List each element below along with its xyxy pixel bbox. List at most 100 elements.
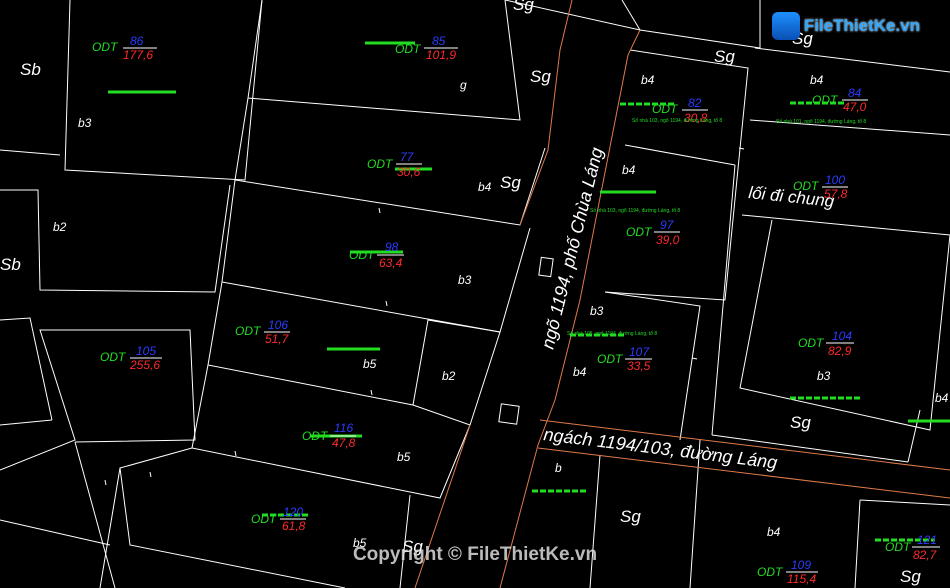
parcel-area: 51,7: [265, 332, 290, 346]
parcel-number: 97: [660, 218, 675, 232]
parcel-number: 100: [825, 173, 845, 187]
address-note: Số nhà 105, ngõ 1194, đường Láng, tổ 8: [567, 330, 657, 337]
parcel-area: 255,6: [129, 358, 160, 372]
area-label: Sg: [714, 47, 735, 66]
land-type: ODT: [798, 336, 825, 350]
parcel-label: ODT 105 255,6: [100, 344, 162, 372]
road-label-lane: ngõ 1194, phố Chùa Láng: [537, 145, 606, 351]
land-type: ODT: [597, 352, 624, 366]
parcel-label: ODT 86 177,6: [92, 34, 157, 62]
area-label: Sg: [792, 29, 813, 48]
road-edges: [414, 0, 950, 588]
road-label-alley: ngách 1194/103, đường Láng: [543, 424, 779, 473]
area-label: Sg: [513, 0, 534, 14]
parcel-number: 105: [136, 344, 156, 358]
area-label: Sg: [620, 507, 641, 526]
parcel-number: 104: [832, 329, 852, 343]
height-code: b3: [590, 304, 604, 318]
land-type: ODT: [251, 512, 278, 526]
height-code: b5: [363, 357, 377, 371]
height-code: b2: [442, 369, 456, 383]
parcel-area: 57,8: [824, 187, 848, 201]
parcel-label: ODT 121 82,7: [885, 533, 940, 562]
land-type: ODT: [626, 225, 653, 239]
cadastral-map: ngõ 1194, phố Chùa Láng ngách 1194/103, …: [0, 0, 950, 588]
land-type: ODT: [812, 93, 839, 107]
parcel-area: 82,9: [828, 344, 852, 358]
height-code: b4: [573, 365, 587, 379]
parcel-label: ODT 84 47,0: [812, 86, 868, 114]
height-code: g: [460, 78, 467, 92]
parcel-label: ODT 85 101,9: [395, 34, 458, 62]
parcel-number: 109: [791, 558, 811, 572]
address-note: Số nhà 103, ngõ 1194, đường Láng, tổ 8: [590, 207, 680, 214]
parcel-area: 177,6: [123, 48, 153, 62]
area-label: Sg: [900, 567, 921, 586]
land-type: ODT: [885, 540, 912, 554]
land-type: ODT: [100, 350, 127, 364]
area-label: Sg: [402, 537, 423, 556]
parcel-area: 101,9: [426, 48, 456, 62]
height-code: b3: [458, 273, 472, 287]
parcel-area: 47,8: [332, 436, 356, 450]
parcel-area: 47,0: [843, 100, 867, 114]
height-code: b4: [622, 163, 636, 177]
parcel-label: ODT 106 51,7: [235, 318, 290, 346]
height-code: b4: [478, 180, 492, 194]
parcel-number: 121: [917, 533, 937, 547]
parcel-number: 106: [268, 318, 288, 332]
parcel-number: 107: [629, 345, 650, 359]
height-code: b4: [641, 73, 655, 87]
parcel-area: 61,8: [282, 519, 306, 533]
parcel-number: 85: [432, 34, 446, 48]
land-type: ODT: [349, 248, 376, 262]
area-label: Sg: [790, 413, 811, 432]
boundary-ticks: [104, 147, 745, 486]
parcel-boundaries: [0, 0, 950, 588]
parcel-label: ODT 98 63,4: [349, 240, 404, 270]
land-type: ODT: [92, 40, 119, 54]
parcel-label: ODT 104 82,9: [798, 329, 854, 358]
height-code: b: [555, 461, 562, 475]
height-code: b2: [53, 220, 67, 234]
parcel-label: ODT 120 61,8: [251, 505, 306, 533]
area-label: Sb: [20, 60, 41, 79]
area-label: Sg: [500, 173, 521, 192]
address-note: Số nhà 101, ngõ 1194, đường Láng, tổ 8: [776, 118, 866, 125]
parcel-area: 115,4: [787, 572, 816, 586]
parcel-area: 30,6: [397, 165, 421, 179]
parcel-area: 39,0: [656, 233, 680, 247]
area-label: Sb: [0, 255, 21, 274]
parcel-label: ODT 107 33,5: [597, 345, 652, 373]
parcel-number: 86: [130, 34, 144, 48]
height-code: b3: [78, 116, 92, 130]
parcel-number: 120: [283, 505, 303, 519]
height-code: b4: [810, 73, 824, 87]
parcel-area: 33,5: [627, 359, 651, 373]
land-type: ODT: [302, 429, 329, 443]
land-type: ODT: [235, 324, 262, 338]
land-type: ODT: [757, 565, 784, 579]
height-code: b3: [817, 369, 831, 383]
height-code: b4: [767, 525, 781, 539]
parcel-label: ODT 109 115,4: [757, 558, 818, 586]
area-label: Sg: [530, 67, 551, 86]
land-type: ODT: [367, 157, 394, 171]
land-type: ODT: [652, 102, 679, 116]
height-code: b5: [353, 536, 367, 550]
land-type: ODT: [395, 42, 422, 56]
parcel-area: 82,7: [913, 548, 938, 562]
land-type: ODT: [793, 179, 820, 193]
parcel-label: ODT 97 39,0: [626, 218, 680, 247]
green-markers: [108, 41, 950, 542]
parcel-number: 77: [400, 150, 415, 164]
parcel-number: 84: [848, 86, 862, 100]
height-code: b5: [397, 450, 411, 464]
parcel-number: 82: [688, 96, 702, 110]
parcel-number: 98: [385, 240, 399, 254]
parcel-number: 116: [334, 421, 353, 435]
parcel-label: ODT 77 30,6: [367, 150, 422, 179]
parcel-area: 63,4: [379, 256, 403, 270]
address-note: Số nhà 103, ngõ 1194, đường Láng, tổ 8: [632, 117, 722, 124]
height-code: b4: [935, 391, 949, 405]
